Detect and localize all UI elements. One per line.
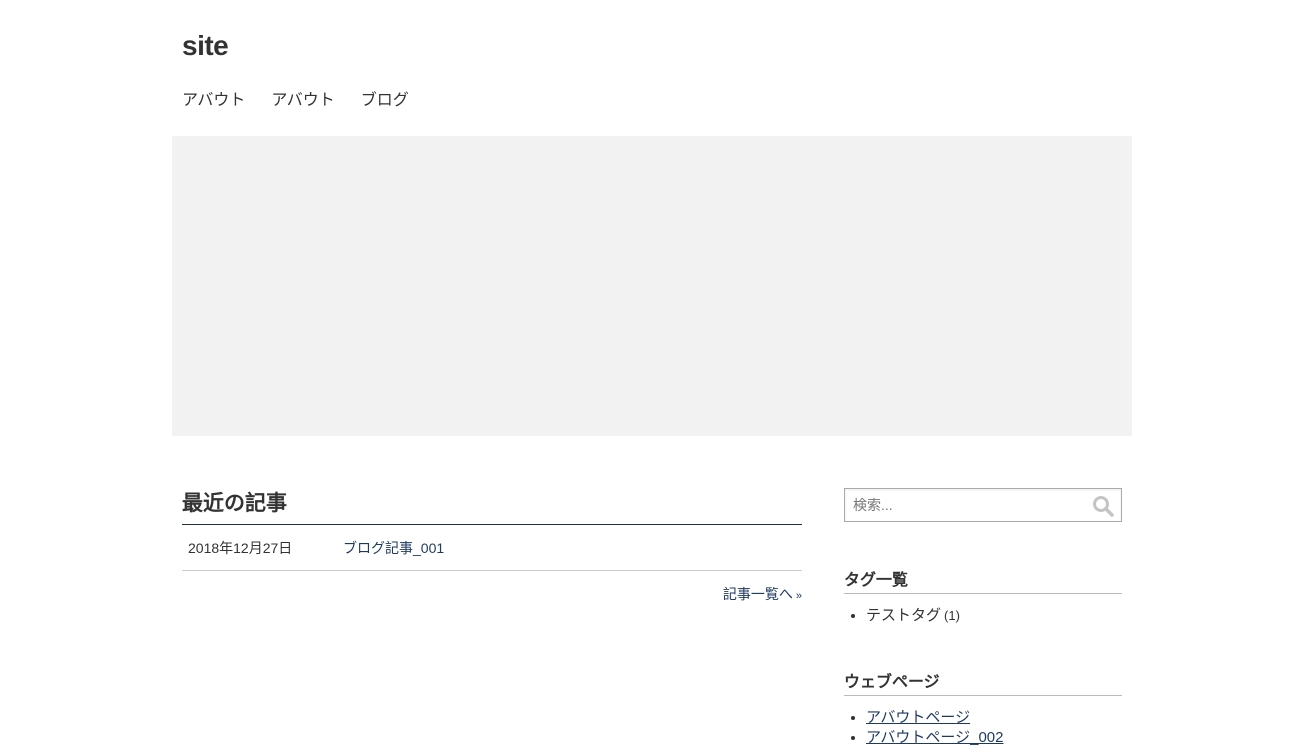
webpage-item: アバウトページ <box>866 708 1122 728</box>
post-date: 2018年12月27日 <box>188 539 293 556</box>
search-form <box>844 488 1122 522</box>
tag-count: (1) <box>944 608 960 623</box>
sidebar: タグ一覧 テストタグ(1) ウェブページ アバウトページ アバウトページ_002 <box>844 488 1122 748</box>
double-arrow-icon: » <box>795 590 802 602</box>
all-posts-link[interactable]: 記事一覧へ» <box>182 584 802 604</box>
search-input[interactable] <box>845 489 1085 521</box>
webpage-item: アバウトページ_002 <box>866 728 1122 748</box>
recent-posts-section: 最近の記事 2018年12月27日 ブログ記事_001 記事一覧へ» <box>182 488 802 604</box>
nav-item-blog[interactable]: ブログ <box>361 90 409 112</box>
nav-item-about[interactable]: アバウト <box>182 90 245 112</box>
post-row: 2018年12月27日 ブログ記事_001 <box>182 525 802 571</box>
webpages-heading: ウェブページ <box>844 672 1122 696</box>
tag-list-widget: タグ一覧 テストタグ(1) <box>844 570 1122 626</box>
tag-list: テストタグ(1) <box>844 606 1122 626</box>
webpage-link-about-002[interactable]: アバウトページ_002 <box>866 729 1003 746</box>
nav-item-about-2[interactable]: アバウト <box>271 90 334 112</box>
webpage-list: アバウトページ アバウトページ_002 <box>844 708 1122 748</box>
search-icon[interactable] <box>1091 494 1115 518</box>
tag-item[interactable]: テストタグ(1) <box>866 606 1122 626</box>
post-title-link[interactable]: ブログ記事_001 <box>343 538 444 558</box>
recent-posts-heading: 最近の記事 <box>182 488 802 525</box>
page: site アバウト アバウト ブログ 最近の記事 2018年12月27日 ブログ… <box>0 0 1304 752</box>
hero-banner <box>172 136 1132 436</box>
post-list: 2018年12月27日 ブログ記事_001 <box>182 525 802 571</box>
tag-list-heading: タグ一覧 <box>844 570 1122 594</box>
webpages-widget: ウェブページ アバウトページ アバウトページ_002 <box>844 672 1122 748</box>
tag-label[interactable]: テストタグ <box>866 607 941 624</box>
main-nav: アバウト アバウト ブログ <box>182 90 409 112</box>
all-posts-link-label[interactable]: 記事一覧へ <box>723 586 793 602</box>
webpage-link-about[interactable]: アバウトページ <box>866 709 970 726</box>
site-title[interactable]: site <box>182 28 229 64</box>
